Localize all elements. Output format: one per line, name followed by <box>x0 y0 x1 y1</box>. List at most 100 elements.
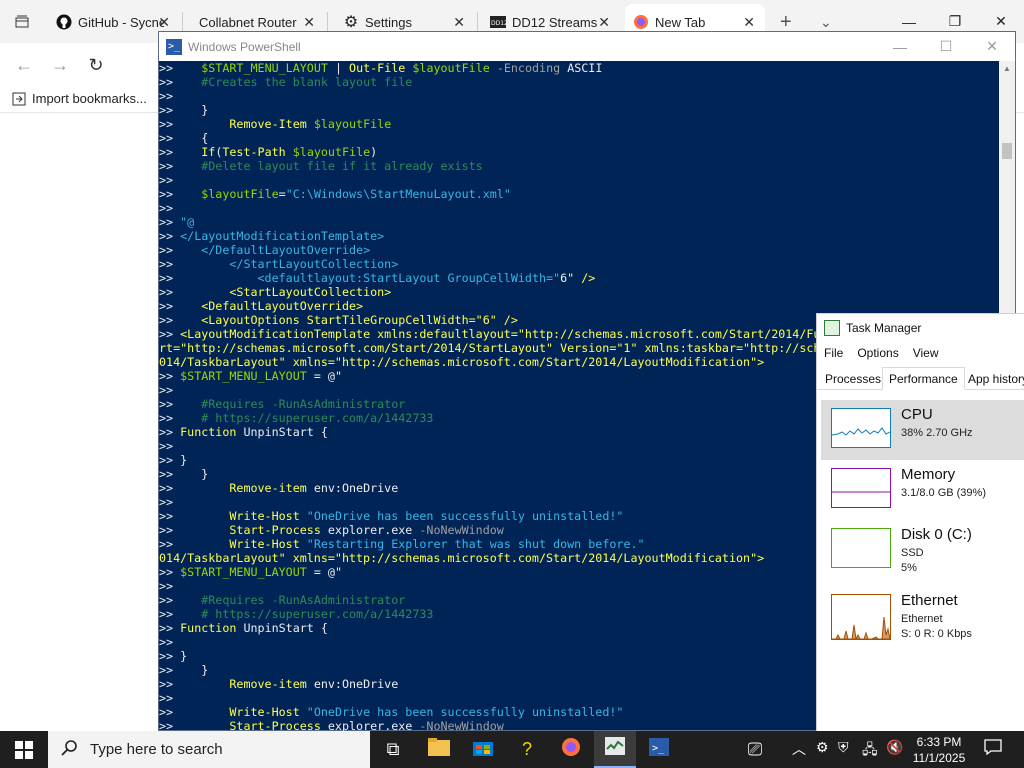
console-token: >> <box>159 159 202 173</box>
console-line: >> </LayoutModificationTemplate> <box>159 229 999 243</box>
console-token: >> <box>159 579 174 593</box>
menu-view[interactable]: View <box>906 346 946 360</box>
console-line: >> <defaultlayout:StartLayout GroupCellW… <box>159 271 999 285</box>
console-token: >> <box>159 257 230 271</box>
ps-minimize-button[interactable]: — <box>877 32 923 61</box>
console-token: <LayoutModificationTemplate xmlns:defaul… <box>180 327 821 341</box>
firefox-taskbar-button[interactable] <box>550 731 592 768</box>
menu-options[interactable]: Options <box>850 346 905 360</box>
powershell-taskbar-button[interactable]: >_ <box>638 731 680 768</box>
console-token: >> { <box>159 131 209 145</box>
perf-item-ethernet[interactable]: Ethernet Ethernet S: 0 R: 0 Kbps <box>821 586 1024 646</box>
forward-button[interactable]: → <box>48 53 72 77</box>
network-button[interactable]: 🖧 <box>862 739 878 763</box>
perf-item-disk[interactable]: Disk 0 (C:) SSD 5% <box>821 520 1024 580</box>
console-token <box>307 117 314 131</box>
console-token: >> <box>159 635 174 649</box>
ethernet-graph <box>831 594 891 641</box>
console-token: >> <box>159 383 174 397</box>
console-token: >> } <box>159 649 188 663</box>
back-button[interactable]: ← <box>12 53 36 77</box>
volume-button[interactable]: 🔇 <box>886 739 903 756</box>
console-line: >> <box>159 89 999 103</box>
import-bookmarks-button[interactable]: Import bookmarks... <box>12 91 147 106</box>
perf-detail: Ethernet <box>901 613 943 625</box>
perf-detail-2: S: 0 R: 0 Kbps <box>901 628 972 640</box>
console-token: >> <box>159 397 202 411</box>
task-manager-tabs: Processes Performance App history <box>817 364 1024 390</box>
task-manager-taskbar-button[interactable] <box>594 731 636 768</box>
console-token: #Delete layout file if it already exists <box>201 159 483 173</box>
console-token: 014/TaskbarLayout" xmlns="http://schemas… <box>159 551 765 565</box>
ps-close-button[interactable]: ✕ <box>969 32 1015 61</box>
console-token <box>286 145 293 159</box>
system-tray-app-button[interactable]: ⎚ <box>734 731 776 768</box>
store-button[interactable] <box>462 731 504 768</box>
ps-maximize-button[interactable]: ☐ <box>923 32 969 61</box>
console-token: $START_MENU_LAYOUT <box>180 565 307 579</box>
close-tab-icon[interactable]: ✕ <box>158 14 170 31</box>
tab-label: Collabnet Router <box>199 14 297 30</box>
perf-item-memory[interactable]: Memory 3.1/8.0 GB (39%) <box>821 460 1024 520</box>
tab-processes[interactable]: Processes <box>819 367 887 390</box>
task-view-button[interactable]: ⧉ <box>372 731 414 768</box>
perf-name: Memory <box>901 466 956 483</box>
scrollbar-thumb[interactable] <box>1002 143 1012 159</box>
console-token: >> <box>159 89 174 103</box>
console-token: >> <box>159 537 230 551</box>
scroll-up-icon[interactable]: ▲ <box>1003 64 1011 73</box>
console-token: If <box>201 145 216 159</box>
close-icon: ✕ <box>986 38 998 54</box>
console-line: >> If(Test-Path $layoutFile) <box>159 145 999 159</box>
date: 11/1/2025 <box>912 751 966 765</box>
notifications-button[interactable] <box>972 731 1014 768</box>
tab-label: GitHub - Sycnex <box>78 14 164 30</box>
console-token: Function <box>180 425 237 439</box>
taskbar-search-box[interactable]: Type here to search <box>48 731 370 768</box>
console-token: ) <box>370 145 378 159</box>
console-token: Write-Host <box>229 509 300 523</box>
svg-text:>_: >_ <box>652 743 665 754</box>
console-token <box>300 705 307 719</box>
close-tab-icon[interactable]: ✕ <box>453 14 465 31</box>
close-tab-icon[interactable]: ✕ <box>303 14 315 31</box>
tab-label: New Tab <box>655 14 706 30</box>
svg-text:DD12: DD12 <box>491 20 506 27</box>
console-token: >> <box>159 215 181 229</box>
file-explorer-button[interactable] <box>418 731 460 768</box>
perf-name: CPU <box>901 406 933 423</box>
tab-label: DD12 Streams <box>512 14 598 30</box>
perf-detail: 3.1/8.0 GB (39%) <box>901 487 986 499</box>
tray-icon-2[interactable]: ⛨ <box>838 739 849 756</box>
console-token: $layoutFile <box>292 145 371 159</box>
tab-performance[interactable]: Performance <box>882 367 965 390</box>
start-button[interactable] <box>0 731 48 768</box>
console-token: </DefaultLayoutOverride> <box>201 243 371 257</box>
console-token: >> <box>159 481 230 495</box>
perf-name: Disk 0 (C:) <box>901 526 972 543</box>
console-line: >> "@ <box>159 215 999 229</box>
console-token: >> <box>159 621 181 635</box>
network-icon: 🖧 <box>862 741 878 757</box>
console-token: >> <box>159 313 202 327</box>
close-tab-icon[interactable]: ✕ <box>743 14 755 31</box>
console-token: #Creates the blank layout file <box>201 75 413 89</box>
help-app-button[interactable]: ? <box>506 731 548 768</box>
console-token: >> <box>159 677 230 691</box>
tray-icon-1[interactable]: ⚙ <box>816 739 829 756</box>
clock[interactable]: 6:33 PM 11/1/2025 <box>908 734 970 766</box>
tab-actions-button[interactable] <box>6 4 38 40</box>
console-token: Start-Process <box>229 719 321 731</box>
close-tab-icon[interactable]: ✕ <box>598 14 610 31</box>
console-token: Write-Host <box>229 537 300 551</box>
console-line: >> </StartLayoutCollection> <box>159 257 999 271</box>
reload-button[interactable]: ↻ <box>84 53 108 77</box>
show-hidden-icons-button[interactable]: ︿ <box>792 739 806 759</box>
console-token: UnpinStart { <box>236 425 328 439</box>
console-token: >> <box>159 705 230 719</box>
perf-item-cpu[interactable]: CPU 38% 2.70 GHz <box>821 400 1024 460</box>
menu-file[interactable]: File <box>817 346 850 360</box>
console-token: >> <box>159 243 202 257</box>
console-line: >> $START_MENU_LAYOUT | Out-File $layout… <box>159 61 999 75</box>
tab-app-history[interactable]: App history <box>962 367 1024 390</box>
